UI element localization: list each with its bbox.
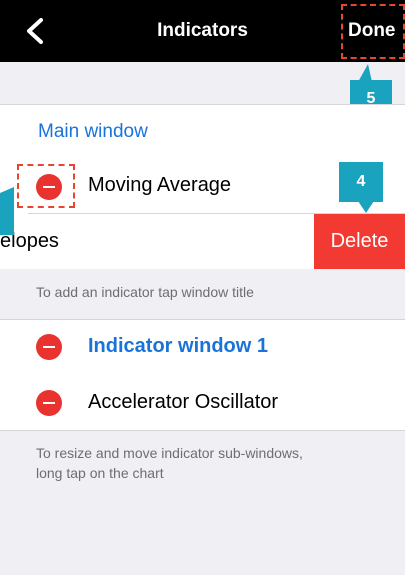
callout-pointer-left — [0, 187, 14, 235]
callout-pointer-5 — [358, 64, 372, 82]
indicator-row-envelopes[interactable]: elopes Delete — [0, 214, 405, 269]
add-indicator-hint: To add an indicator tap window title — [36, 284, 254, 300]
done-button-highlight — [341, 4, 405, 59]
delete-button[interactable]: Delete — [314, 214, 405, 269]
indicator-window-title[interactable]: Indicator window 1 — [88, 335, 268, 358]
main-window-header[interactable]: Main window — [0, 104, 405, 160]
indicator-row-accelerator-oscillator[interactable]: Accelerator Oscillator — [0, 375, 405, 431]
indicator-label: Moving Average — [88, 174, 232, 196]
indicator-window-header[interactable]: Indicator window 1 — [0, 319, 405, 376]
indicator-label: Accelerator Oscillator — [88, 391, 279, 413]
callout-badge-4: 4 — [339, 162, 383, 202]
remove-icon-highlight — [17, 164, 75, 208]
callout-pointer-4 — [358, 201, 374, 213]
resize-hint-line-1: To resize and move indicator sub-windows… — [36, 445, 303, 461]
remove-window-icon[interactable] — [36, 334, 62, 360]
main-window-title[interactable]: Main window — [38, 121, 148, 143]
resize-hint-line-2: long tap on the chart — [36, 465, 164, 481]
remove-indicator-icon[interactable] — [36, 390, 62, 416]
